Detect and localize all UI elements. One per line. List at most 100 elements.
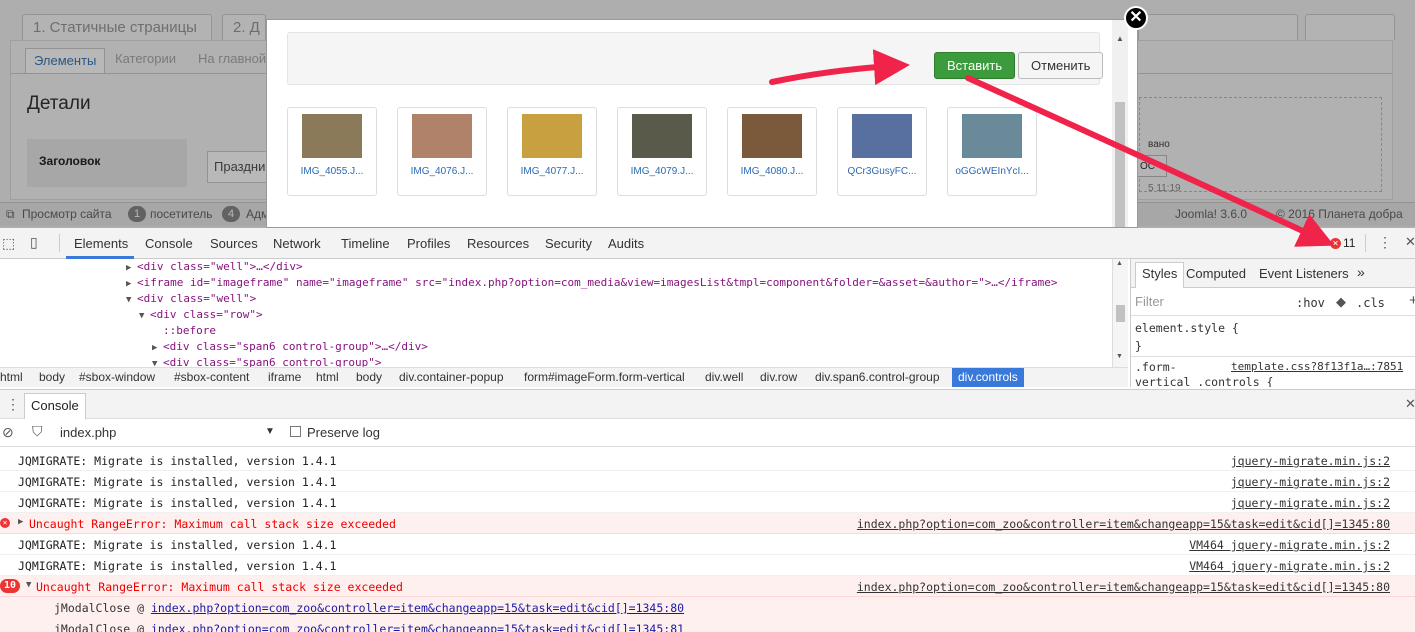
expand-triangle-icon[interactable]: ▼ — [139, 308, 150, 324]
elements-scrollbar[interactable]: ▲ ▼ — [1112, 259, 1128, 367]
styles-pane: Styles Computed Event Listeners » Filter… — [1130, 259, 1415, 387]
console-error-row[interactable]: ✕ ▶ Uncaught RangeError: Maximum call stac… — [0, 513, 1415, 534]
drawer-tab-console[interactable]: Console — [24, 393, 86, 419]
modal-scrollbar[interactable]: ▲ — [1112, 20, 1128, 227]
insert-button[interactable]: Вставить — [934, 52, 1016, 79]
element-style-rule[interactable]: element.style { — [1135, 321, 1239, 335]
stack-source-link[interactable]: index.php?option=com_zoo&controller=item… — [151, 601, 684, 615]
tab-security[interactable]: Security — [545, 236, 592, 251]
rule-selector-2[interactable]: vertical .controls { — [1135, 375, 1273, 387]
hover-state-toggle[interactable]: :hov — [1296, 296, 1325, 310]
console-source-link[interactable]: jquery-migrate.min.js:2 — [1231, 475, 1390, 489]
tab-computed[interactable]: Computed — [1186, 266, 1246, 281]
inspect-element-icon[interactable]: ⬚ — [2, 235, 15, 252]
more-menu-icon[interactable]: ⋮ — [1378, 234, 1392, 251]
tab-profiles[interactable]: Profiles — [407, 236, 450, 251]
elements-scroll-thumb[interactable] — [1116, 305, 1125, 322]
tab-network[interactable]: Network — [273, 236, 321, 251]
modal-scrollbar-thumb[interactable] — [1115, 102, 1125, 227]
console-source-link[interactable]: VM464 jquery-migrate.min.js:2 — [1189, 538, 1390, 552]
close-devtools-icon[interactable]: ✕ — [1405, 234, 1415, 250]
console-source-link[interactable]: jquery-migrate.min.js:2 — [1231, 496, 1390, 510]
dom-node-line[interactable]: ▼ <div class="span6 control-group"> — [152, 355, 382, 367]
image-thumbnail[interactable]: IMG_4080.J... — [727, 107, 817, 196]
drawer-menu-icon[interactable]: ⋮ — [6, 396, 20, 413]
close-drawer-icon[interactable]: ✕ — [1405, 396, 1415, 412]
console-log-row[interactable]: JQMIGRATE: Migrate is installed, version… — [0, 450, 1415, 471]
preserve-log-checkbox[interactable] — [290, 426, 301, 437]
collapse-triangle-icon[interactable]: ▶ — [126, 276, 137, 292]
breadcrumb-item[interactable]: iframe — [268, 370, 301, 384]
breadcrumb-item[interactable]: #sbox-window — [79, 370, 155, 384]
image-thumbnail[interactable]: IMG_4076.J... — [397, 107, 487, 196]
elements-dom-tree[interactable]: ▶ <div class="well">…</div> ▶ <iframe id="i… — [0, 259, 1128, 367]
color-format-icon[interactable]: ◆ — [1336, 294, 1346, 310]
cancel-button[interactable]: Отменить — [1018, 52, 1104, 79]
console-source-link[interactable]: index.php?option=com_zoo&controller=item… — [857, 580, 1390, 594]
scroll-down-icon[interactable]: ▼ — [1116, 353, 1123, 360]
breadcrumb-item[interactable]: div.container-popup — [399, 370, 504, 384]
breadcrumb-item[interactable]: html — [316, 370, 339, 384]
dom-node-line[interactable]: ▶ <div class="span6 control-group">…</div… — [152, 339, 428, 356]
chevron-down-icon[interactable]: ▼ — [265, 426, 275, 437]
dom-node-line[interactable]: ▼ <div class="row"> — [139, 307, 263, 324]
breadcrumb-item[interactable]: div.row — [760, 370, 797, 384]
dom-node-line[interactable]: ▶ <iframe id="imageframe" name="imagefram… — [126, 275, 1058, 292]
expand-triangle-icon[interactable]: ▼ — [152, 356, 163, 367]
tab-elements[interactable]: Elements — [74, 236, 128, 251]
image-thumbnail[interactable]: oGGcWEInYcI... — [947, 107, 1037, 196]
error-icon[interactable]: ✕ — [1330, 238, 1341, 249]
dom-node-line[interactable]: ▶ <div class="well">…</div> — [126, 259, 303, 276]
image-thumbnail[interactable]: IMG_4077.J... — [507, 107, 597, 196]
breadcrumb-item-active[interactable]: div.controls — [952, 368, 1024, 387]
collapse-triangle-icon[interactable]: ▶ — [152, 340, 163, 356]
console-source-link[interactable]: index.php?option=com_zoo&controller=item… — [857, 517, 1390, 531]
filter-icon[interactable]: ⛉ — [32, 423, 43, 440]
console-log-row[interactable]: JQMIGRATE: Migrate is installed, version… — [0, 555, 1415, 576]
error-count[interactable]: 11 — [1343, 236, 1355, 250]
image-thumbnail[interactable]: IMG_4055.J... — [287, 107, 377, 196]
breadcrumb-item[interactable]: div.well — [705, 370, 743, 384]
console-log-row[interactable]: JQMIGRATE: Migrate is installed, version… — [0, 534, 1415, 555]
breadcrumb-item[interactable]: body — [39, 370, 65, 384]
console-source-link[interactable]: jquery-migrate.min.js:2 — [1231, 454, 1390, 468]
scroll-up-icon[interactable]: ▲ — [1116, 260, 1123, 267]
breadcrumb-item[interactable]: #sbox-content — [174, 370, 249, 384]
breadcrumb-item[interactable]: div.span6.control-group — [815, 370, 940, 384]
context-select[interactable]: index.php — [60, 425, 116, 440]
more-tabs-icon[interactable]: » — [1357, 264, 1365, 280]
console-log-row[interactable]: JQMIGRATE: Migrate is installed, version… — [0, 492, 1415, 513]
tab-timeline[interactable]: Timeline — [341, 236, 390, 251]
close-modal-icon[interactable]: ✕ — [1124, 6, 1148, 30]
tab-resources[interactable]: Resources — [467, 236, 529, 251]
styles-filter-input[interactable]: Filter — [1135, 294, 1164, 309]
dom-node-line[interactable]: ::before — [152, 323, 216, 339]
class-toggle[interactable]: .cls — [1356, 296, 1385, 310]
clear-console-icon[interactable]: ⊘ — [2, 424, 14, 441]
breadcrumb-item[interactable]: form#imageForm.form-vertical — [524, 370, 685, 384]
image-thumbnail[interactable]: IMG_4079.J... — [617, 107, 707, 196]
breadcrumb-item[interactable]: body — [356, 370, 382, 384]
tab-event-listeners[interactable]: Event Listeners — [1259, 266, 1349, 281]
collapse-triangle-icon[interactable]: ▶ — [126, 260, 137, 276]
tab-audits[interactable]: Audits — [608, 236, 644, 251]
tab-styles[interactable]: Styles — [1135, 262, 1185, 288]
console-log-row[interactable]: JQMIGRATE: Migrate is installed, version… — [0, 471, 1415, 492]
tab-sources[interactable]: Sources — [210, 236, 258, 251]
console-source-link[interactable]: VM464 jquery-migrate.min.js:2 — [1189, 559, 1390, 573]
rule-source-link[interactable]: template.css?8f13f1a…:7851 — [1231, 360, 1403, 373]
console-error-row[interactable]: 10 ▼ Uncaught RangeError: Maximum call sta… — [0, 576, 1415, 597]
console-message-text: Uncaught RangeError: Maximum call stack … — [36, 580, 403, 594]
tab-console[interactable]: Console — [145, 236, 193, 251]
breadcrumb-item[interactable]: html — [0, 370, 23, 384]
expand-triangle-icon[interactable]: ▶ — [18, 517, 23, 527]
expand-triangle-icon[interactable]: ▼ — [26, 580, 31, 590]
expand-triangle-icon[interactable]: ▼ — [126, 292, 137, 308]
add-rule-icon[interactable]: + — [1409, 292, 1415, 309]
image-thumbnail[interactable]: QCr3GusyFC... — [837, 107, 927, 196]
scroll-up-icon[interactable]: ▲ — [1116, 34, 1124, 43]
rule-selector[interactable]: .form- — [1135, 360, 1177, 374]
stack-source-link[interactable]: index.php?option=com_zoo&controller=item… — [151, 622, 684, 632]
dom-node-line[interactable]: ▼ <div class="well"> — [126, 291, 256, 308]
device-mode-icon[interactable]: ▯ — [30, 234, 38, 251]
